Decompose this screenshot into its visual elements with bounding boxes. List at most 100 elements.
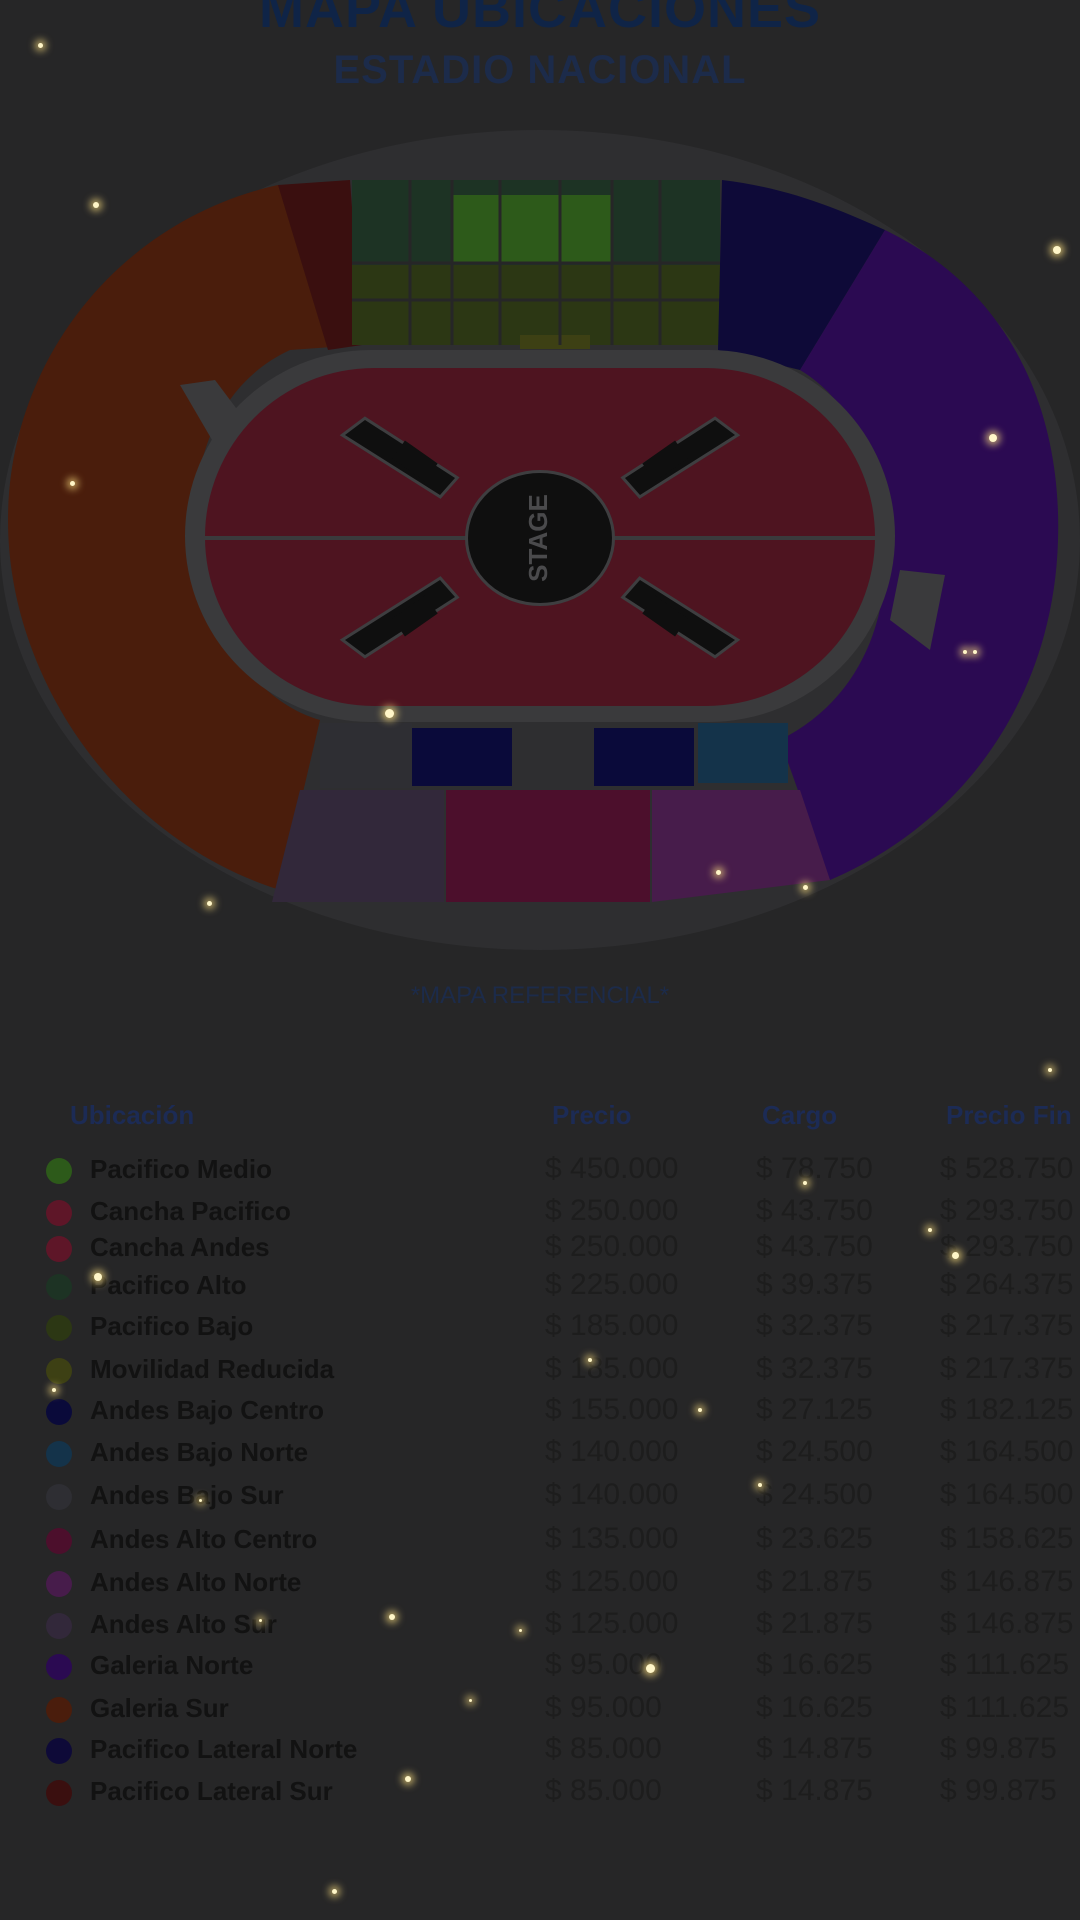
fee-value: $ 16.625 — [756, 1648, 873, 1681]
final-price-value: $ 99.875 — [940, 1732, 1057, 1765]
price-value: $ 185.000 — [545, 1352, 679, 1385]
map-note: *MAPA REFERENCIAL* — [410, 982, 670, 1009]
location-name: Andes Bajo Norte — [90, 1437, 309, 1467]
section-color-dot — [46, 1780, 72, 1806]
sparkle — [468, 1698, 472, 1702]
table-row: Andes Bajo Sur $ 140.000 $ 24.500 $ 164.500 — [0, 1474, 1080, 1514]
sparkle — [989, 434, 997, 442]
location-name: Cancha Pacifico — [90, 1196, 291, 1226]
price-value: $ 450.000 — [545, 1152, 679, 1185]
sparkle — [1053, 246, 1061, 254]
table-row: Pacifico Alto $ 225.000 $ 39.375 $ 264.375 — [0, 1264, 1080, 1304]
section-color-dot — [46, 1315, 72, 1341]
fee-value: $ 24.500 — [756, 1435, 873, 1468]
section-color-dot — [46, 1399, 72, 1425]
fee-value: $ 43.750 — [756, 1230, 873, 1263]
final-price-value: $ 146.875 — [940, 1565, 1074, 1598]
location-name: Andes Bajo Sur — [90, 1480, 284, 1510]
fee-value: $ 32.375 — [756, 1352, 873, 1385]
location-name: Andes Alto Centro — [90, 1524, 318, 1554]
section-pacifico-medio[interactable] — [452, 195, 612, 263]
price-value: $ 95.000 — [545, 1691, 662, 1724]
sparkle — [803, 1181, 807, 1185]
section-color-dot — [46, 1697, 72, 1723]
location-name: Andes Bajo Centro — [90, 1395, 325, 1425]
fee-value: $ 78.750 — [756, 1152, 873, 1185]
section-andes-bajo-centro-b[interactable] — [594, 728, 694, 786]
price-value: $ 140.000 — [545, 1478, 679, 1511]
final-price-value: $ 99.875 — [940, 1774, 1057, 1807]
section-pacifico-group — [352, 180, 720, 349]
sparkle — [331, 1888, 337, 1894]
sparkle — [94, 1273, 102, 1281]
sparkle — [1048, 1068, 1052, 1072]
fee-value: $ 24.500 — [756, 1478, 873, 1511]
sparkle — [802, 884, 808, 890]
price-value: $ 155.000 — [545, 1393, 679, 1426]
price-value: $ 225.000 — [545, 1268, 679, 1301]
fee-value: $ 23.625 — [756, 1522, 873, 1555]
column-header-ubicacion: Ubicación — [70, 1100, 195, 1130]
final-price-value: $ 158.625 — [940, 1522, 1074, 1555]
location-name: Pacifico Lateral Norte — [90, 1734, 358, 1764]
final-price-value: $ 293.750 — [940, 1230, 1074, 1263]
sparkle — [206, 900, 212, 906]
sparkle — [973, 650, 977, 654]
section-movilidad-reducida[interactable] — [520, 335, 590, 349]
fee-value: $ 27.125 — [756, 1393, 873, 1426]
price-value: $ 250.000 — [545, 1194, 679, 1227]
section-color-dot — [46, 1528, 72, 1554]
final-price-value: $ 293.750 — [940, 1194, 1074, 1227]
price-value: $ 140.000 — [545, 1435, 679, 1468]
table-row: Pacifico Lateral Sur $ 85.000 $ 14.875 $ 99… — [0, 1770, 1080, 1810]
section-color-dot — [46, 1274, 72, 1300]
price-value: $ 85.000 — [545, 1774, 662, 1807]
final-price-value: $ 111.625 — [940, 1648, 1070, 1681]
section-andes-alto-sur[interactable] — [272, 790, 444, 902]
section-color-dot — [46, 1158, 72, 1184]
location-name: Andes Alto Norte — [90, 1567, 302, 1597]
table-row: Pacifico Lateral Norte $ 85.000 $ 14.875 $ … — [0, 1728, 1080, 1768]
price-value: $ 95.000 — [545, 1648, 662, 1681]
sparkle — [715, 869, 721, 875]
location-name: Pacifico Alto — [90, 1270, 247, 1300]
final-price-value: $ 146.875 — [940, 1607, 1074, 1640]
final-price-value: $ 217.375 — [940, 1309, 1074, 1342]
sparkle — [52, 1388, 56, 1392]
location-name: Galeria Sur — [90, 1693, 229, 1723]
sparkle — [198, 1498, 202, 1502]
final-price-value: $ 164.500 — [940, 1478, 1074, 1511]
fee-value: $ 16.625 — [756, 1691, 873, 1724]
sparkle — [518, 1628, 522, 1632]
section-andes-bajo-sur[interactable] — [320, 723, 412, 788]
sparkle — [69, 480, 75, 486]
sparkle — [928, 1228, 932, 1232]
price-value: $ 135.000 — [545, 1522, 679, 1555]
final-price-value: $ 111.625 — [940, 1691, 1070, 1724]
table-row: Movilidad Reducida $ 185.000 $ 32.375 $ 217… — [0, 1348, 1080, 1388]
sparkle — [389, 1614, 395, 1620]
sparkle — [384, 708, 394, 718]
location-name: Pacifico Lateral Sur — [90, 1776, 333, 1806]
section-color-dot — [46, 1358, 72, 1384]
section-andes-alto-centro[interactable] — [446, 790, 650, 902]
fee-value: $ 21.875 — [756, 1607, 873, 1640]
location-name: Andes Alto Sur — [90, 1609, 277, 1639]
final-price-value: $ 182.125 — [940, 1393, 1074, 1426]
sparkle — [951, 1251, 959, 1259]
sparkle — [405, 1776, 411, 1782]
price-value: $ 85.000 — [545, 1732, 662, 1765]
section-color-dot — [46, 1613, 72, 1639]
location-name: Pacifico Medio — [90, 1154, 273, 1184]
section-andes-bajo-norte[interactable] — [698, 723, 788, 783]
fee-value: $ 14.875 — [756, 1732, 873, 1765]
final-price-value: $ 164.500 — [940, 1435, 1074, 1468]
section-pacifico-bajo[interactable] — [352, 265, 720, 345]
page-title: MAPA UBICACIONES — [258, 0, 821, 39]
section-andes-bajo-centro-a[interactable] — [412, 728, 512, 786]
table-row: Cancha Pacifico $ 250.000 $ 43.750 $ 293.75… — [0, 1190, 1080, 1230]
final-price-value: $ 528.750 — [940, 1152, 1074, 1185]
final-price-value: $ 264.375 — [940, 1268, 1074, 1301]
stage-label: STAGE — [523, 494, 553, 582]
table-row: Pacifico Bajo $ 185.000 $ 32.375 $ 217.375 — [0, 1305, 1080, 1345]
